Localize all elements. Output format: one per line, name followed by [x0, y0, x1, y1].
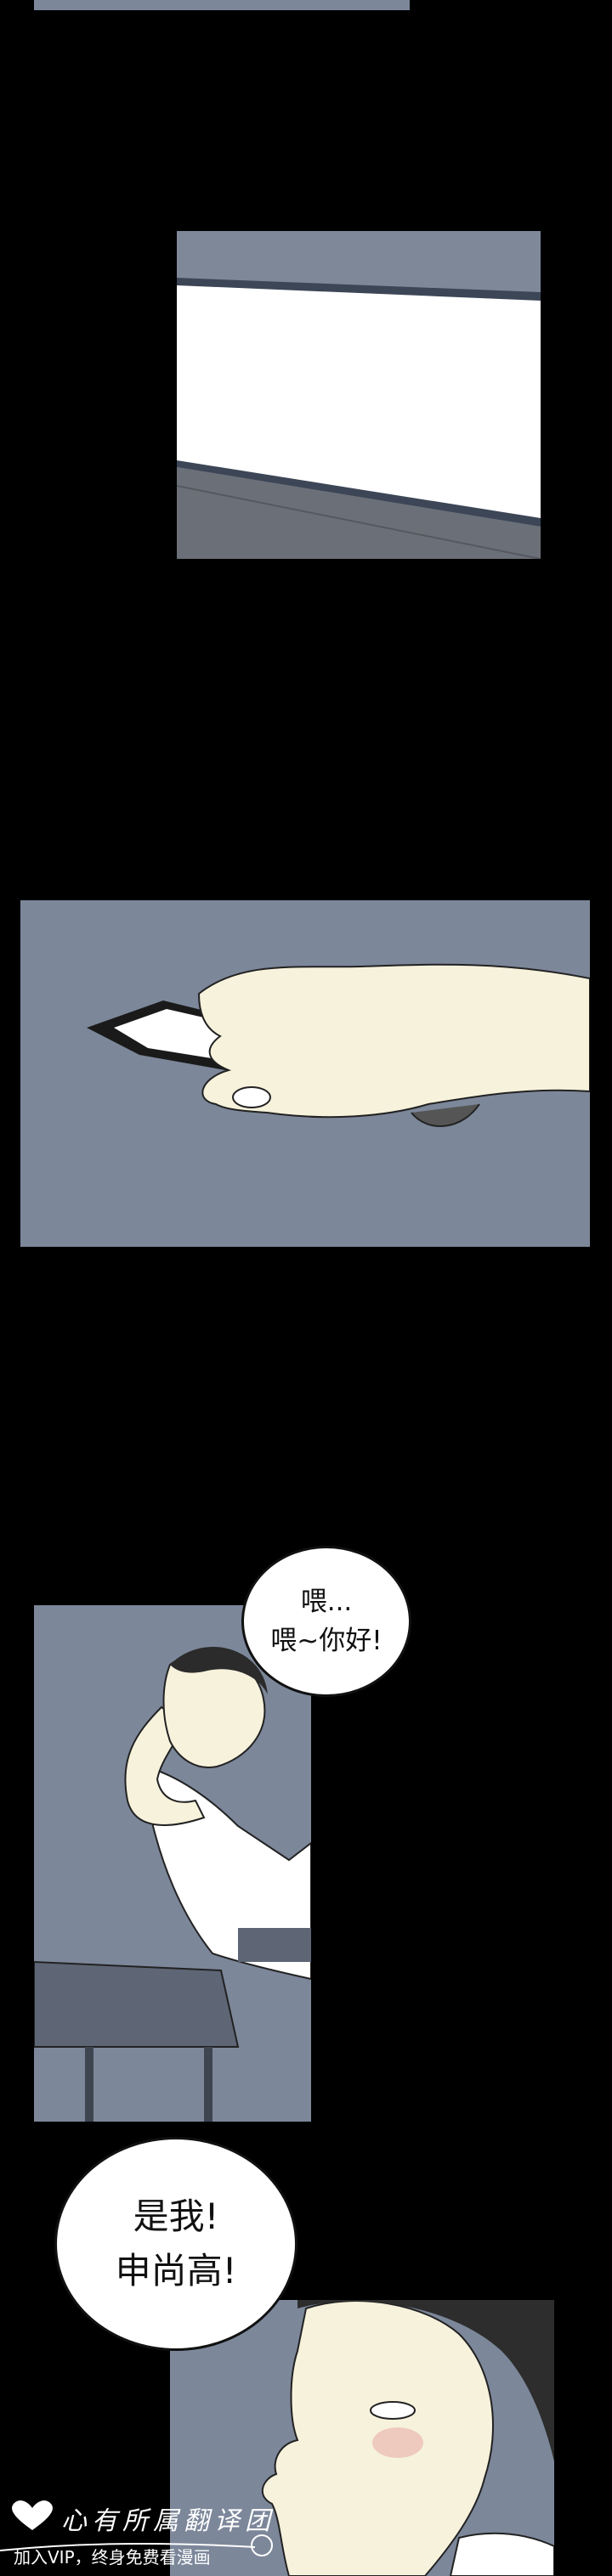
watermark: 心有所属翻译团 加入VIP，终身免费看漫画 — [0, 2483, 306, 2576]
heart-icon — [12, 2500, 53, 2530]
bright-screen-illustration — [177, 231, 541, 559]
watermark-swoosh — [0, 2534, 273, 2556]
speech-bubble-itsme: 是我! 申尚高! — [54, 2137, 298, 2351]
speech-line-2: 申尚高! — [115, 2250, 237, 2291]
speech-line-1: 是我! — [133, 2196, 219, 2237]
panel-woman-on-phone — [34, 1605, 311, 2122]
woman-on-phone-illustration — [34, 1605, 311, 2122]
speech-bubble-hello: 喂... 喂~你好! — [241, 1546, 411, 1697]
panel-bright-screen — [177, 231, 541, 559]
speech-line-2: 喂~你好! — [270, 1626, 382, 1656]
watermark-title: 心有所属翻译团 — [61, 2506, 275, 2536]
speech-line-1: 喂... — [300, 1587, 353, 1617]
panel-hand-phone — [20, 900, 590, 1247]
panel-top-sliver — [34, 0, 410, 10]
hand-phone-illustration — [20, 900, 590, 1247]
